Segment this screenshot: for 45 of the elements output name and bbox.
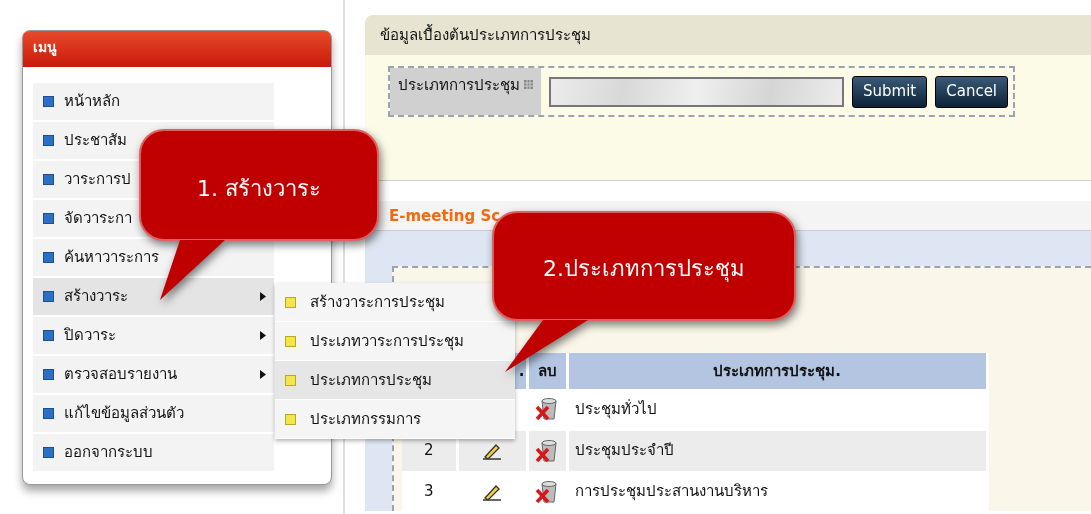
delete-icon[interactable] bbox=[535, 438, 559, 463]
bullet-icon bbox=[43, 252, 54, 263]
table-cell: ประชุมทั่วไป bbox=[574, 400, 657, 418]
bullet-icon bbox=[285, 374, 296, 386]
callout-tooltip-text: 1. สร้างวาระ bbox=[196, 175, 322, 203]
submenu-item[interactable]: สร้างวาระการประชุม bbox=[275, 283, 515, 322]
submenu-item[interactable]: ประเภทการประชุม bbox=[275, 361, 515, 400]
bullet-icon bbox=[43, 135, 54, 146]
bullet-icon bbox=[43, 369, 54, 380]
bullet-icon bbox=[285, 335, 296, 347]
column-header: . bbox=[518, 361, 525, 380]
menu-item[interactable]: สร้างวาระ bbox=[33, 278, 274, 317]
callout-tooltip-text: 2.ประเภทการประชุม bbox=[542, 255, 746, 284]
bullet-icon bbox=[43, 408, 54, 419]
row-number: 2 bbox=[423, 441, 434, 460]
section-title: E-meeting Sc bbox=[389, 207, 501, 225]
menu-item[interactable]: ตรวจสอบรายงาน bbox=[33, 356, 274, 395]
submenu-item[interactable]: ประเภทวาระการประชุม bbox=[275, 322, 515, 361]
table-cell: ประชุมประจำปี bbox=[574, 441, 674, 460]
bullet-icon bbox=[43, 447, 54, 458]
form-title: ข้อมูลเบื้องต้นประเภทการประชุม bbox=[380, 26, 591, 44]
bullet-icon bbox=[43, 291, 54, 302]
text-input[interactable] bbox=[549, 76, 844, 107]
delete-icon[interactable] bbox=[535, 479, 559, 504]
bullet-icon bbox=[43, 213, 54, 224]
column-header: ประเภทการประชุม. bbox=[713, 361, 841, 380]
bullet-icon bbox=[43, 96, 54, 107]
menu-title: เมนู bbox=[33, 39, 57, 55]
menu-item[interactable]: ออกจากระบบ bbox=[33, 434, 274, 473]
form-button[interactable]: Cancel bbox=[935, 75, 1009, 108]
submenu-item[interactable]: ประเภทกรรมการ bbox=[275, 400, 515, 439]
bullet-icon bbox=[43, 174, 54, 185]
menu-item[interactable]: ปิดวาระ bbox=[33, 317, 274, 356]
column-header: ลบ bbox=[537, 361, 557, 380]
required-icon bbox=[524, 80, 533, 89]
table-cell: การประชุมประสานงานบริหาร bbox=[574, 482, 768, 501]
bullet-icon bbox=[285, 296, 296, 308]
bullet-icon bbox=[43, 330, 54, 341]
field-label-text: ประเภทการประชุม bbox=[398, 75, 520, 97]
menu-item[interactable]: หน้าหลัก bbox=[33, 83, 274, 122]
row-number: 3 bbox=[423, 482, 434, 501]
delete-icon[interactable] bbox=[535, 397, 559, 422]
form-button[interactable]: Submit bbox=[852, 75, 928, 108]
bullet-icon bbox=[285, 413, 296, 425]
menu-item[interactable]: แก้ไขข้อมูลส่วนตัว bbox=[33, 395, 274, 434]
